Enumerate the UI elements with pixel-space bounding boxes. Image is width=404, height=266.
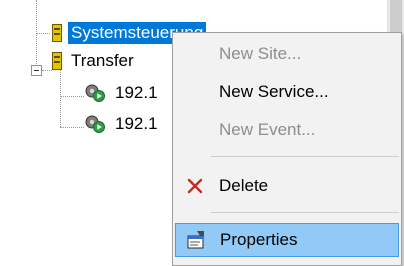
- context-menu: New Site... New Service... New Event... …: [172, 32, 402, 266]
- service-play-icon: [85, 115, 105, 133]
- menu-item-new-site[interactable]: New Site...: [175, 37, 399, 71]
- tree-connector: [60, 127, 84, 128]
- menu-item-label: New Event...: [219, 120, 316, 139]
- tree-node-label[interactable]: Transfer: [68, 50, 137, 72]
- menu-item-new-event[interactable]: New Event...: [175, 113, 399, 147]
- tree-connector: [60, 96, 84, 97]
- menu-item-delete[interactable]: Delete: [175, 169, 399, 203]
- server-icon: [52, 24, 62, 42]
- tree-connector: [60, 70, 61, 127]
- collapse-toggle[interactable]: [31, 65, 42, 76]
- menu-separator: [211, 156, 399, 157]
- menu-item-label: Properties: [220, 230, 298, 249]
- menu-item-label: New Site...: [219, 44, 302, 63]
- tree-node-transfer[interactable]: Transfer: [52, 50, 137, 72]
- menu-item-label: New Service...: [219, 82, 329, 101]
- server-icon: [52, 52, 62, 70]
- tree-node-label[interactable]: 192.1: [112, 82, 161, 104]
- tree-connector: [36, 0, 37, 70]
- menu-item-properties[interactable]: Properties: [175, 223, 399, 257]
- menu-separator: [211, 212, 399, 213]
- tree-node-label[interactable]: 192.1: [112, 113, 161, 135]
- menu-item-label: Delete: [219, 176, 269, 195]
- properties-icon: [187, 231, 204, 249]
- delete-x-icon: [187, 178, 203, 194]
- tree-node-service[interactable]: 192.1: [84, 82, 161, 104]
- tree-connector: [42, 70, 52, 71]
- service-play-icon: [85, 84, 105, 102]
- tree-node-service[interactable]: 192.1: [84, 113, 161, 135]
- menu-item-new-service[interactable]: New Service...: [175, 75, 399, 109]
- minus-glyph: [34, 70, 39, 71]
- tree-connector: [36, 33, 50, 34]
